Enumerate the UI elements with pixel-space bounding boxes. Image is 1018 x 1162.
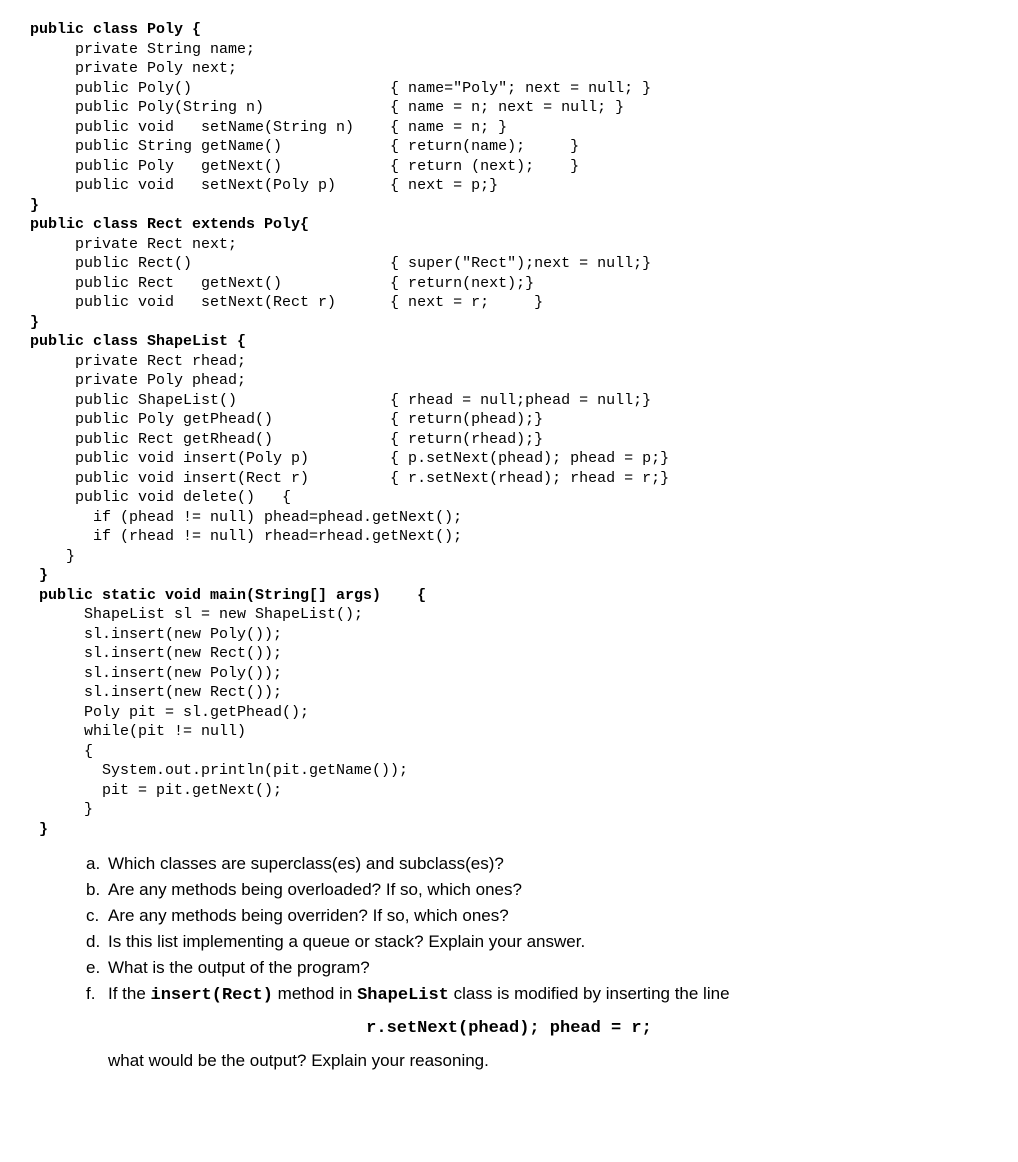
code-line: sl.insert(new Rect()); — [30, 684, 282, 701]
code-line: public Rect() { super("Rect");next = nul… — [30, 255, 651, 272]
code-line: public Poly(String n) { name = n; next =… — [30, 99, 624, 116]
question-d: d.Is this list implementing a queue or s… — [86, 931, 988, 953]
main-decl: public static void main(String[] args) { — [30, 587, 426, 604]
code-line: } — [30, 548, 75, 565]
code-line: public Rect getRhead() { return(rhead);} — [30, 431, 543, 448]
question-text: What is the output of the program? — [108, 958, 370, 977]
question-text: Is this list implementing a queue or sta… — [108, 932, 585, 951]
code-line: private Rect rhead; — [30, 353, 246, 370]
code-line: Poly pit = sl.getPhead(); — [30, 704, 309, 721]
question-c: c.Are any methods being overriden? If so… — [86, 905, 988, 927]
code-line: while(pit != null) — [30, 723, 246, 740]
code-line: public void setName(String n) { name = n… — [30, 119, 507, 136]
code-line: public void setNext(Poly p) { next = p;} — [30, 177, 498, 194]
code-line: } — [30, 197, 39, 214]
code-line: public String getName() { return(name); … — [30, 138, 579, 155]
inline-code-shapelist: ShapeList — [357, 986, 449, 1005]
question-text-post: class is modified by inserting the line — [449, 984, 730, 1003]
question-text-pre: If the — [108, 984, 151, 1003]
code-line: public Poly getNext() { return (next); } — [30, 158, 579, 175]
code-line: public ShapeList() { rhead = null;phead … — [30, 392, 651, 409]
code-line: public void setNext(Rect r) { next = r; … — [30, 294, 543, 311]
code-line: sl.insert(new Poly()); — [30, 626, 282, 643]
inserted-code-line: r.setNext(phead); phead = r; — [30, 1018, 988, 1040]
question-letter: d. — [86, 931, 108, 953]
questions-list: a.Which classes are superclass(es) and s… — [30, 853, 988, 1072]
code-line: if (rhead != null) rhead=rhead.getNext()… — [30, 528, 462, 545]
code-line: public Poly() { name="Poly"; next = null… — [30, 80, 651, 97]
code-line: } — [30, 821, 48, 838]
code-line: private Poly next; — [30, 60, 237, 77]
code-line: ShapeList sl = new ShapeList(); — [30, 606, 363, 623]
code-line: { — [30, 743, 93, 760]
question-text: Are any methods being overloaded? If so,… — [108, 880, 522, 899]
question-f: f.If the insert(Rect) method in ShapeLis… — [86, 983, 988, 1007]
question-text-mid: method in — [273, 984, 357, 1003]
code-line: private String name; — [30, 41, 255, 58]
code-line: } — [30, 801, 93, 818]
code-line: System.out.println(pit.getName()); — [30, 762, 408, 779]
class-decl-shapelist: public class ShapeList { — [30, 333, 246, 350]
code-line: if (phead != null) phead=phead.getNext()… — [30, 509, 462, 526]
question-text: Which classes are superclass(es) and sub… — [108, 854, 504, 873]
class-decl-poly: public class Poly { — [30, 21, 201, 38]
question-e: e.What is the output of the program? — [86, 957, 988, 979]
code-line: public void insert(Poly p) { p.setNext(p… — [30, 450, 669, 467]
question-letter: b. — [86, 879, 108, 901]
code-line: private Rect next; — [30, 236, 237, 253]
code-line: } — [30, 567, 48, 584]
code-line: sl.insert(new Rect()); — [30, 645, 282, 662]
inline-code-insert-rect: insert(Rect) — [151, 986, 273, 1005]
question-letter: a. — [86, 853, 108, 875]
class-decl-rect: public class Rect extends Poly{ — [30, 216, 309, 233]
question-text: Are any methods being overriden? If so, … — [108, 906, 509, 925]
code-line: public Poly getPhead() { return(phead);} — [30, 411, 543, 428]
code-line: private Poly phead; — [30, 372, 246, 389]
code-line: sl.insert(new Poly()); — [30, 665, 282, 682]
question-letter: c. — [86, 905, 108, 927]
question-letter: f. — [86, 983, 108, 1005]
question-a: a.Which classes are superclass(es) and s… — [86, 853, 988, 875]
code-line: public void insert(Rect r) { r.setNext(r… — [30, 470, 669, 487]
question-f-followup: what would be the output? Explain your r… — [86, 1050, 988, 1072]
code-line: } — [30, 314, 39, 331]
code-line: public Rect getNext() { return(next);} — [30, 275, 534, 292]
question-letter: e. — [86, 957, 108, 979]
code-line: pit = pit.getNext(); — [30, 782, 282, 799]
question-b: b.Are any methods being overloaded? If s… — [86, 879, 988, 901]
code-line: public void delete() { — [30, 489, 291, 506]
code-listing: public class Poly { private String name;… — [30, 20, 988, 839]
